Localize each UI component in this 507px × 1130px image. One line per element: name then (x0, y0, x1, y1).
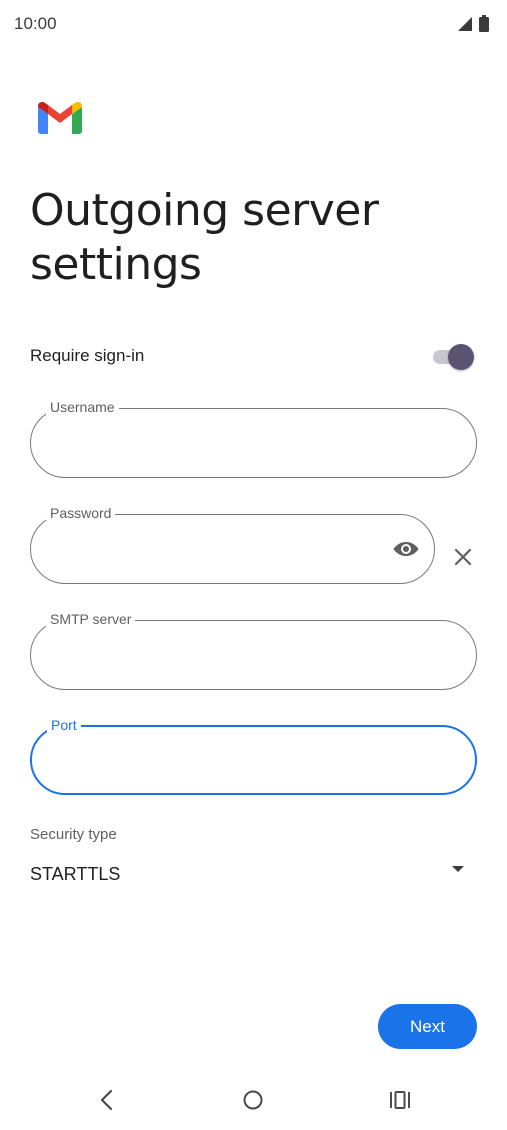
status-icons (457, 15, 489, 32)
back-icon[interactable] (96, 1088, 118, 1112)
require-sign-in-toggle[interactable] (433, 344, 474, 370)
username-label: Username (46, 398, 119, 416)
gmail-logo (38, 102, 82, 134)
password-input[interactable] (53, 535, 376, 563)
close-icon[interactable] (451, 545, 475, 569)
security-type-value: STARTTLS (30, 864, 121, 884)
page-title: Outgoing server settings (30, 185, 379, 290)
smtp-server-input[interactable] (53, 641, 409, 669)
toggle-thumb (448, 344, 474, 370)
username-field[interactable]: Username (30, 398, 477, 478)
status-bar: 10:00 (0, 0, 507, 48)
nav-bar (0, 1070, 507, 1130)
password-field[interactable]: Password (30, 504, 435, 584)
require-sign-in-label: Require sign-in (30, 346, 145, 365)
signal-icon (458, 16, 472, 31)
username-input[interactable] (53, 429, 409, 457)
require-sign-in-row: Require sign-in (30, 340, 477, 374)
dropdown-arrow-icon (452, 866, 464, 872)
next-button[interactable]: Next (378, 1004, 477, 1049)
battery-icon (479, 15, 489, 32)
security-type-select[interactable]: STARTTLS (30, 860, 477, 892)
security-type-label: Security type (30, 826, 117, 843)
eye-icon[interactable] (392, 537, 420, 561)
recents-icon[interactable] (388, 1089, 412, 1111)
home-icon[interactable] (242, 1089, 264, 1111)
password-label: Password (46, 504, 116, 522)
port-field[interactable]: Port (30, 716, 477, 795)
smtp-server-field[interactable]: SMTP server (30, 610, 477, 690)
port-input[interactable] (54, 747, 409, 775)
port-label: Port (47, 716, 81, 734)
smtp-server-label: SMTP server (46, 610, 136, 628)
status-time: 10:00 (14, 14, 57, 33)
